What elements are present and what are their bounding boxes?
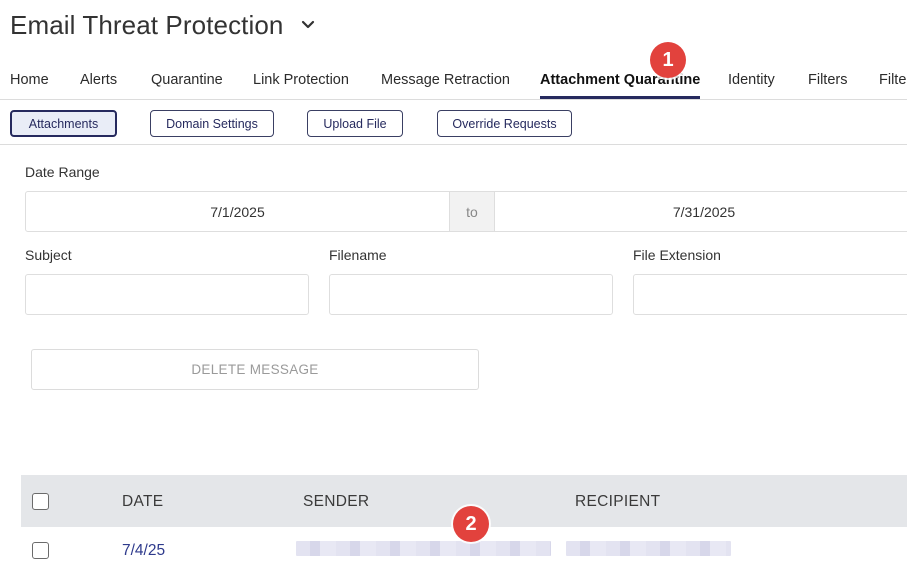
tab-message-retraction[interactable]: Message Retraction (381, 72, 510, 99)
tab-filter-overflow[interactable]: Filter (879, 72, 907, 99)
subject-input[interactable] (25, 274, 309, 315)
file-extension-label: File Extension (633, 247, 721, 263)
tab-link-protection[interactable]: Link Protection (253, 72, 349, 99)
delete-message-button[interactable]: DELETE MESSAGE (31, 349, 479, 390)
file-extension-input[interactable] (633, 274, 907, 315)
date-to-input[interactable]: 7/31/2025 (494, 191, 907, 232)
tab-quarantine[interactable]: Quarantine (151, 72, 223, 99)
column-header-recipient[interactable]: RECIPIENT (575, 493, 660, 511)
tab-identity[interactable]: Identity (728, 72, 775, 99)
tab-home[interactable]: Home (10, 72, 49, 99)
domain-settings-button[interactable]: Domain Settings (150, 110, 274, 137)
tab-alerts[interactable]: Alerts (80, 72, 117, 99)
annotation-badge-2: 2 (453, 506, 489, 542)
subnav: Attachments Domain Settings Upload File … (0, 100, 907, 145)
row-checkbox[interactable] (32, 542, 49, 559)
tab-attachment-quarantine[interactable]: Attachment Quarantine (540, 72, 701, 99)
column-header-sender[interactable]: SENDER (303, 493, 369, 511)
filename-input[interactable] (329, 274, 613, 315)
date-from-input[interactable]: 7/1/2025 (25, 191, 450, 232)
date-separator: to (450, 191, 494, 232)
select-all-checkbox[interactable] (32, 493, 49, 510)
attachments-button[interactable]: Attachments (10, 110, 117, 137)
redacted-recipient (566, 541, 731, 556)
upload-file-button[interactable]: Upload File (307, 110, 403, 137)
filename-label: Filename (329, 247, 387, 263)
app-title-row[interactable]: Email Threat Protection (10, 8, 316, 42)
subject-label: Subject (25, 247, 72, 263)
redacted-sender (296, 541, 551, 556)
main-tabs: Home Alerts Quarantine Link Protection M… (0, 62, 907, 100)
page-title: Email Threat Protection (10, 9, 284, 40)
annotation-badge-1: 1 (650, 42, 686, 78)
tab-filters[interactable]: Filters (808, 72, 847, 99)
column-header-date[interactable]: DATE (122, 493, 163, 511)
chevron-down-icon[interactable] (300, 17, 316, 33)
date-range-label: Date Range (25, 164, 100, 180)
row-date[interactable]: 7/4/25 (122, 542, 165, 560)
override-requests-button[interactable]: Override Requests (437, 110, 572, 137)
